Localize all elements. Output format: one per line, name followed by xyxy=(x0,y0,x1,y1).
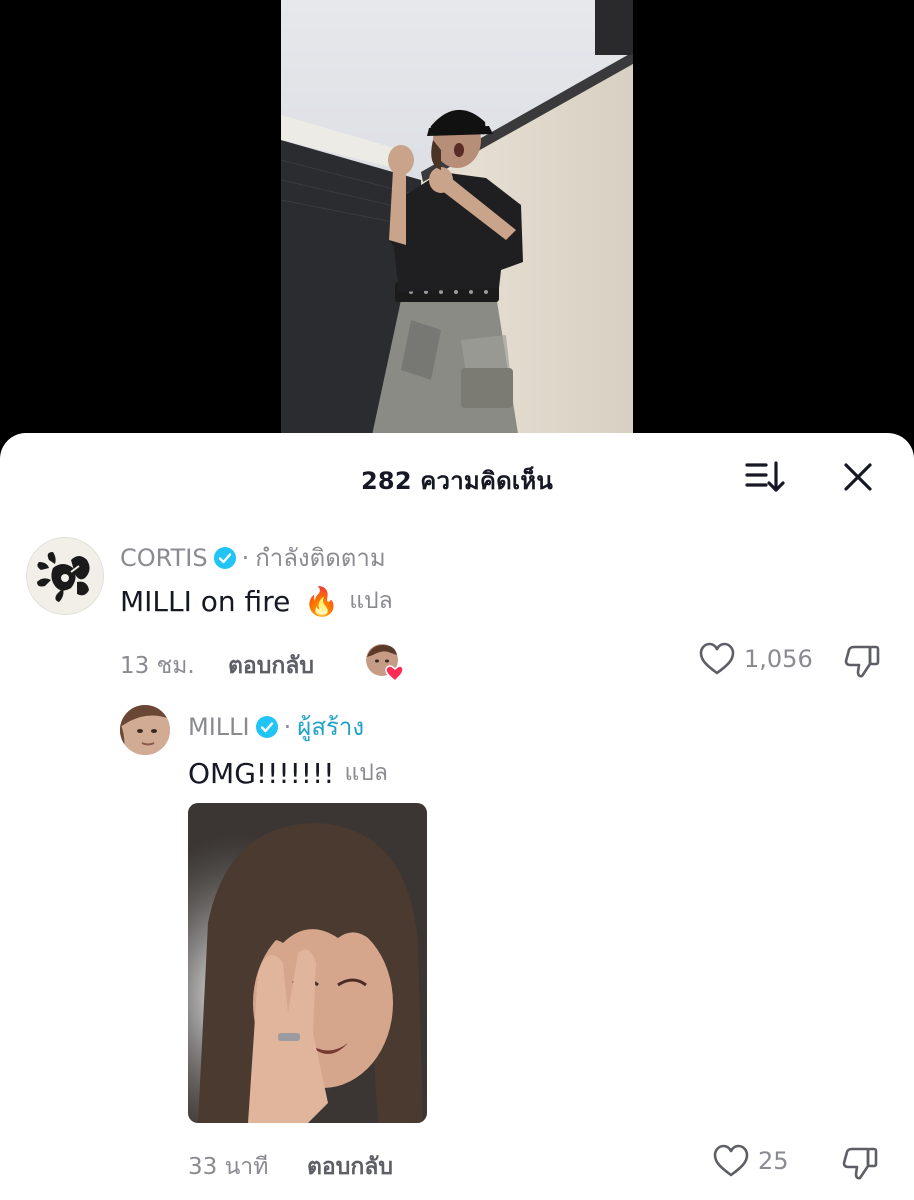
separator-dot: · xyxy=(283,712,292,741)
dislike-button[interactable] xyxy=(842,641,882,681)
comment-text: MILLI on fire 🔥 แปล xyxy=(120,583,393,619)
username[interactable]: CORTIS xyxy=(120,544,208,572)
reply-photo xyxy=(188,803,427,1123)
sort-button[interactable] xyxy=(742,457,788,497)
creator-liked-badge xyxy=(365,643,404,683)
reply-body: OMG!!!!!!! xyxy=(188,756,335,790)
creator-tag: ผู้สร้าง xyxy=(297,713,365,741)
reply-image[interactable] xyxy=(188,803,427,1123)
close-button[interactable] xyxy=(838,457,878,497)
reply-button[interactable]: ตอบกลับ xyxy=(307,1149,393,1185)
comment-timestamp: 13 ชม. xyxy=(120,653,195,679)
dislike-button[interactable] xyxy=(840,1143,880,1183)
reply-button[interactable]: ตอบกลับ xyxy=(228,648,314,684)
close-icon xyxy=(844,463,872,491)
heart-icon xyxy=(713,1144,749,1177)
translate-link[interactable]: แปล xyxy=(344,755,388,791)
reply-text: OMG!!!!!!! แปล xyxy=(188,755,388,791)
thumbs-down-icon xyxy=(842,1147,878,1180)
like-count: 25 xyxy=(758,1147,789,1175)
avatar[interactable] xyxy=(26,537,104,615)
video-frame xyxy=(281,0,633,440)
like-button[interactable]: 1,056 xyxy=(698,641,813,677)
video-still xyxy=(281,0,633,440)
comment-author[interactable]: CORTIS · กำลังติดตาม xyxy=(120,538,386,577)
heart-icon xyxy=(699,642,735,675)
reply-timestamp: 33 นาที xyxy=(188,1154,269,1180)
sort-icon xyxy=(745,461,785,492)
username[interactable]: MILLI xyxy=(188,713,250,741)
thumbs-down-icon xyxy=(844,645,880,678)
like-count: 1,056 xyxy=(744,645,813,673)
fire-emoji-icon: 🔥 xyxy=(304,584,340,618)
video-player[interactable] xyxy=(0,0,914,440)
translate-link[interactable]: แปล xyxy=(349,583,393,619)
milli-avatar-photo xyxy=(120,705,170,755)
verified-badge-icon xyxy=(255,715,278,738)
avatar[interactable] xyxy=(120,705,170,755)
reply-author[interactable]: MILLI · ผู้สร้าง xyxy=(188,707,364,746)
comment-body: MILLI on fire xyxy=(120,584,291,618)
following-tag: กำลังติดตาม xyxy=(255,544,386,572)
comments-header: 282 ความคิดเห็น xyxy=(0,433,914,519)
creator-avatar-heart-icon xyxy=(366,644,404,683)
separator-dot: · xyxy=(241,543,250,572)
comments-sheet: 282 ความคิดเห็น CORTIS · กำลังติดตาม MIL… xyxy=(0,433,914,1200)
cortis-logo-icon xyxy=(37,552,90,602)
verified-badge-icon xyxy=(213,546,236,569)
like-button[interactable]: 25 xyxy=(712,1143,789,1179)
